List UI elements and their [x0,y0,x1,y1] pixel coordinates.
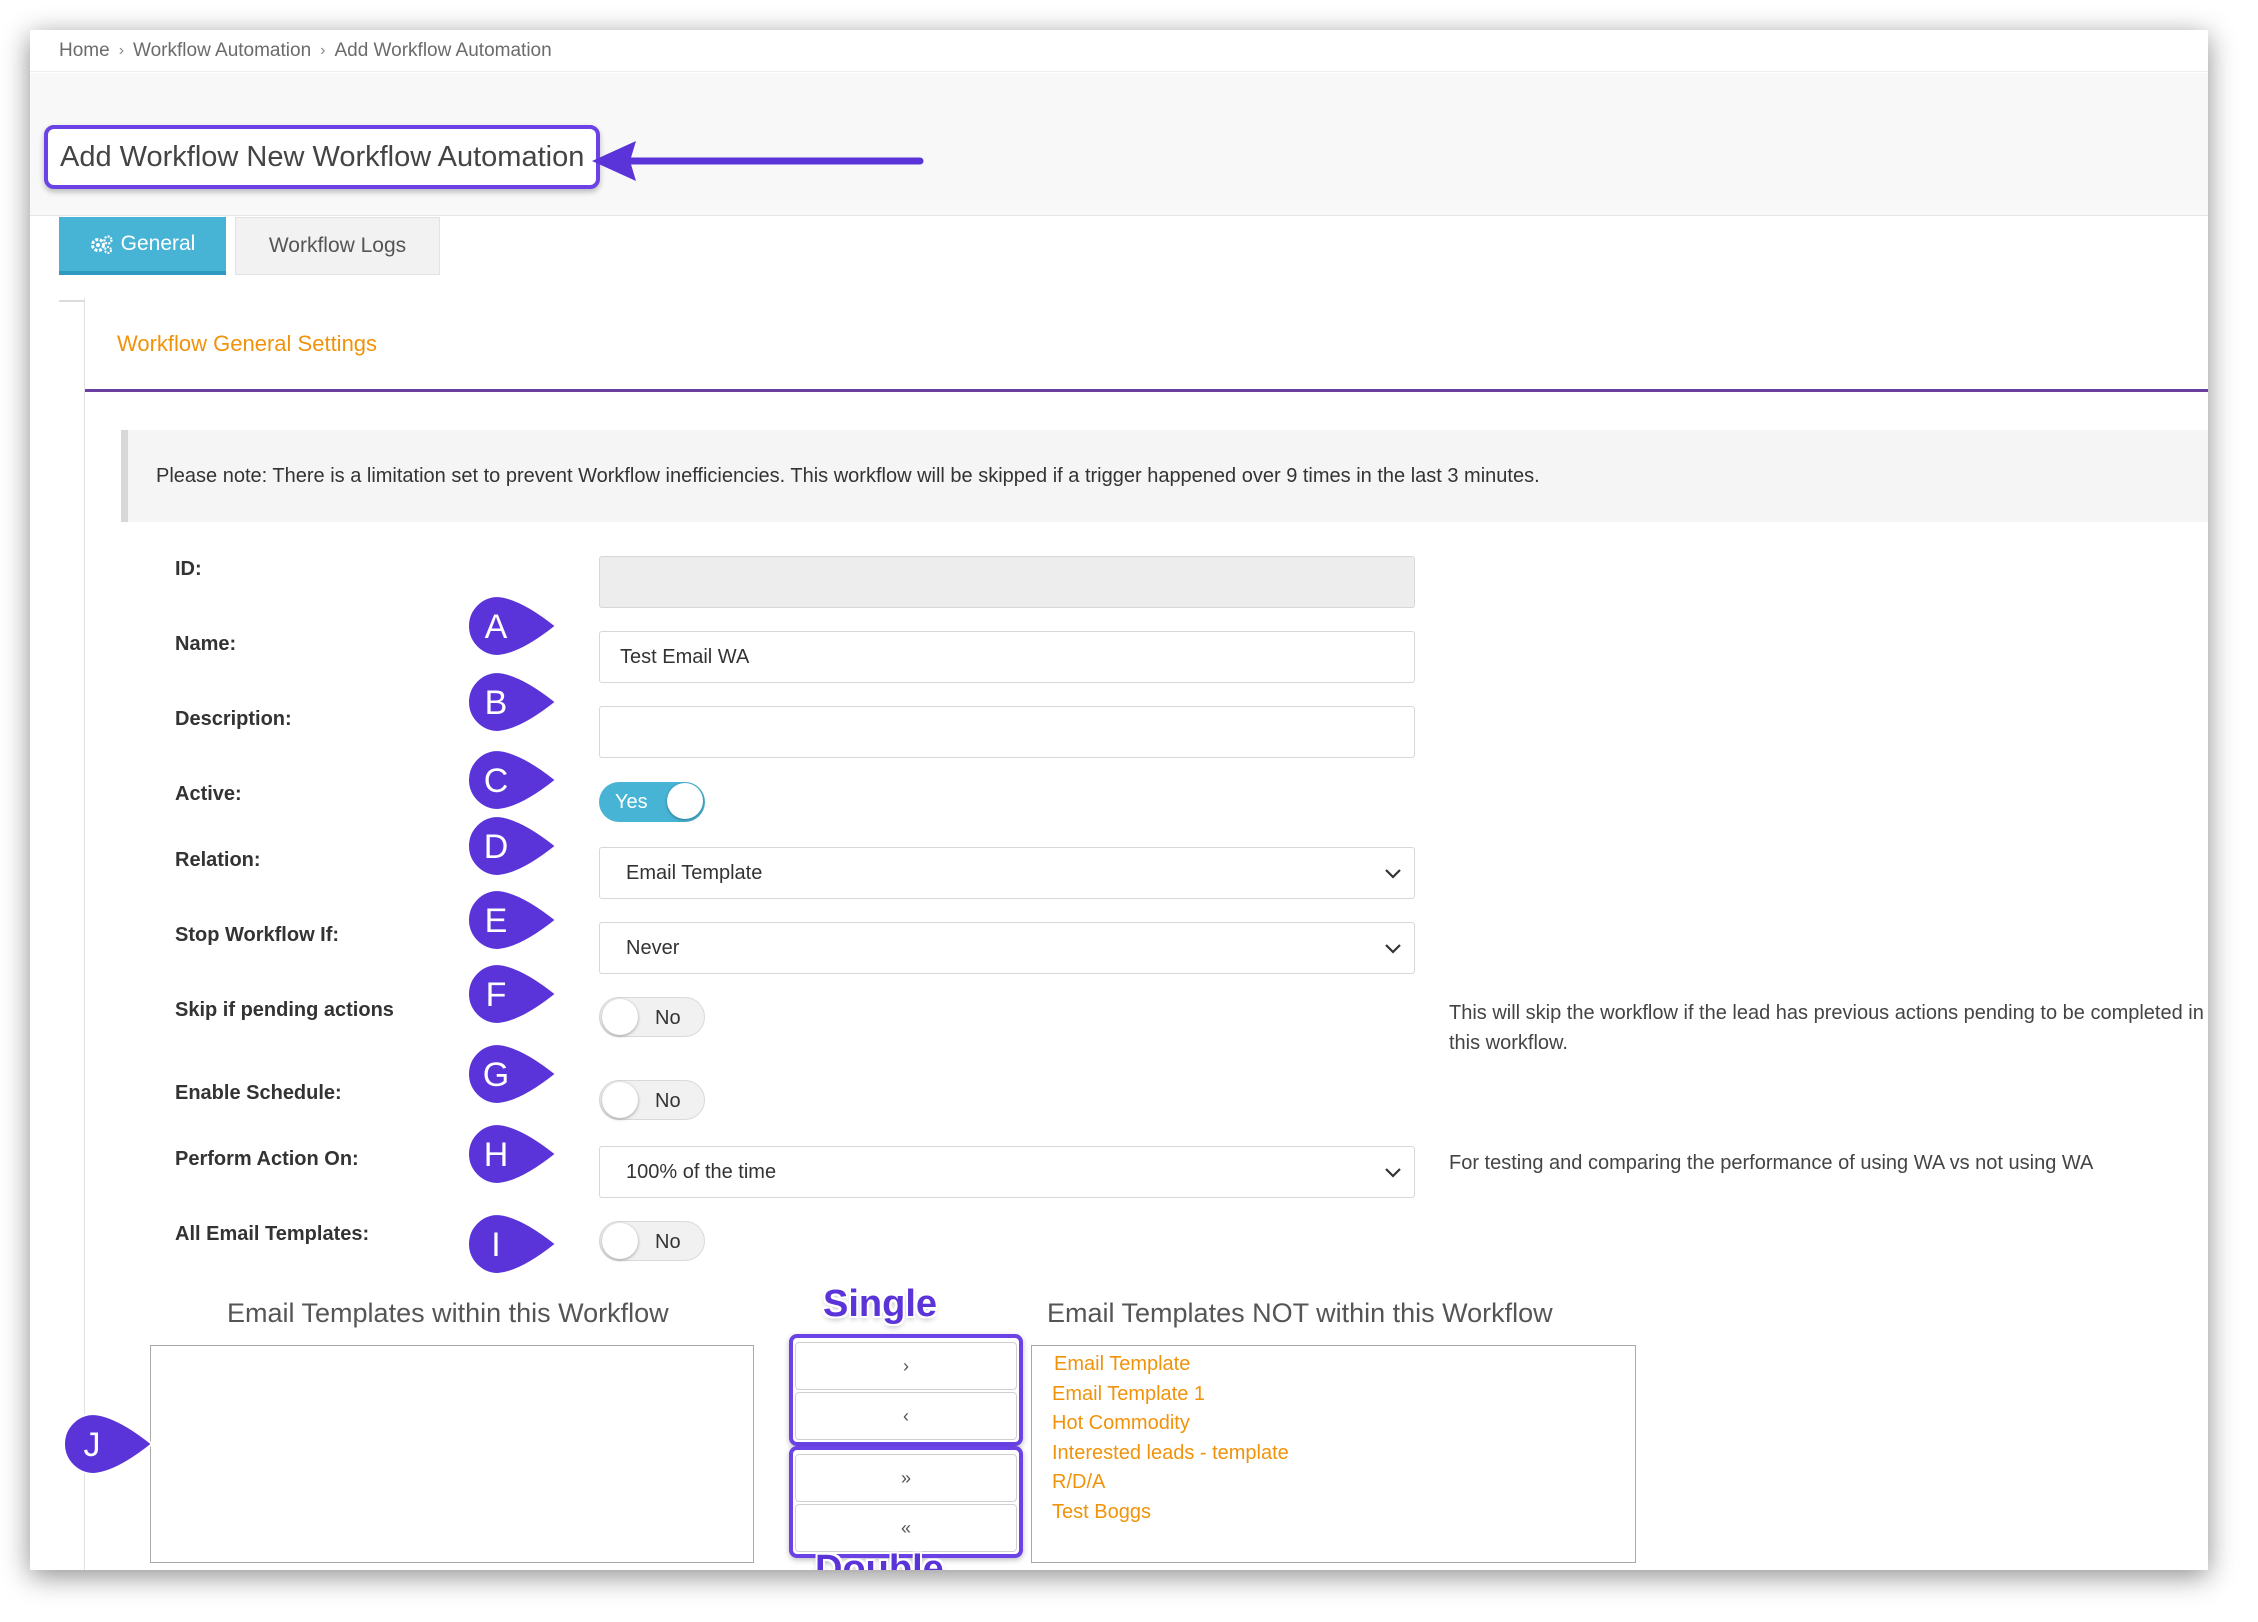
list-item[interactable]: Email Template [1052,1350,1635,1380]
move-all-right-button[interactable]: » [795,1454,1017,1502]
svg-text:J: J [84,1426,101,1464]
relation-label: Relation: [175,849,261,871]
panel-title: Workflow General Settings [85,298,2208,392]
tab-general-label: General [120,232,196,255]
svg-text:I: I [491,1226,500,1264]
enable-schedule-label: Enable Schedule: [175,1082,342,1104]
double-annotation: Double [815,1548,944,1570]
chevron-down-icon [1385,1168,1401,1178]
perform-action-select[interactable]: 100% of the time [599,1146,1415,1198]
chevron-down-icon [1385,869,1401,879]
stop-workflow-label: Stop Workflow If: [175,924,340,946]
toggle-knob [602,1082,638,1118]
perform-action-label: Perform Action On: [175,1148,359,1170]
description-field[interactable] [599,706,1415,758]
marker-g-icon: G [466,1042,566,1111]
skip-pending-toggle-text: No [655,1007,681,1029]
settings-panel: Workflow General Settings Please note: T… [84,298,2208,1570]
svg-text:H: H [484,1136,509,1174]
move-one-right-button[interactable]: › [795,1342,1017,1390]
list-item[interactable]: Test Boggs [1052,1498,1635,1528]
app-window: Home › Workflow Automation › Add Workflo… [30,30,2208,1570]
name-label: Name: [175,633,237,655]
marker-j-icon: J [62,1412,162,1481]
relation-value: Email Template [626,861,763,884]
gears-icon [90,235,113,254]
list-item[interactable]: Interested leads - template [1052,1439,1635,1469]
svg-text:F: F [486,976,507,1014]
page-title: Add Workflow New Workflow Automation [44,125,600,189]
breadcrumb-home[interactable]: Home [59,40,110,62]
enable-schedule-toggle-text: No [655,1090,681,1112]
not-within-list-title: Email Templates NOT within this Workflow [1047,1298,1553,1328]
move-one-left-button[interactable]: ‹ [795,1392,1017,1440]
limitation-note: Please note: There is a limitation set t… [121,430,2208,522]
marker-i-icon: I [466,1212,566,1281]
active-toggle-text: Yes [615,791,648,813]
svg-text:G: G [483,1056,509,1094]
tab-general[interactable]: General [59,217,226,275]
id-label: ID: [175,558,202,580]
chevron-down-icon [1385,944,1401,954]
perform-action-help: For testing and comparing the performanc… [1449,1152,2094,1174]
marker-e-icon: E [466,888,566,957]
chevron-right-icon: › [118,41,125,59]
svg-text:E: E [485,902,508,940]
marker-b-icon: B [466,670,566,739]
move-all-left-button[interactable]: « [795,1504,1017,1552]
svg-text:C: C [484,762,509,800]
breadcrumb-current: Add Workflow Automation [334,39,552,61]
id-field [599,556,1415,608]
relation-select[interactable]: Email Template [599,847,1415,899]
list-item[interactable]: Email Template 1 [1052,1380,1635,1410]
marker-a-icon: A [466,594,566,663]
breadcrumb-workflow-automation[interactable]: Workflow Automation [133,40,311,62]
svg-text:D: D [484,828,509,866]
stop-workflow-select[interactable]: Never [599,922,1415,974]
active-toggle[interactable]: Yes [599,782,705,822]
within-list-title: Email Templates within this Workflow [227,1298,669,1328]
all-email-templates-label: All Email Templates: [175,1223,370,1245]
list-item[interactable]: Hot Commodity [1052,1409,1635,1439]
marker-d-icon: D [466,814,566,883]
marker-c-icon: C [466,748,566,817]
toggle-knob [667,783,703,819]
perform-action-value: 100% of the time [626,1160,777,1183]
within-workflow-list[interactable] [150,1345,754,1563]
tab-workflow-logs[interactable]: Workflow Logs [235,217,440,275]
not-within-workflow-list[interactable]: Email Template Email Template 1 Hot Comm… [1031,1345,1636,1563]
toggle-knob [602,999,638,1035]
name-field[interactable]: Test Email WA [599,631,1415,683]
skip-pending-help: This will skip the workflow if the lead … [1449,1002,2204,1054]
page-header: Add Workflow New Workflow Automation [30,73,2208,216]
toggle-knob [602,1223,638,1259]
list-item[interactable]: R/D/A [1052,1468,1635,1498]
enable-schedule-toggle[interactable]: No [599,1080,705,1120]
all-email-templates-toggle-text: No [655,1231,681,1253]
stop-workflow-value: Never [626,936,680,959]
chevron-right-icon: › [320,41,326,59]
skip-pending-toggle[interactable]: No [599,997,705,1037]
svg-text:A: A [485,608,508,646]
all-email-templates-toggle[interactable]: No [599,1221,705,1261]
marker-f-icon: F [466,962,566,1031]
svg-text:B: B [485,684,508,722]
tab-bar: General Workflow Logs [59,214,2208,302]
breadcrumb: Home › Workflow Automation › Add Workflo… [30,30,2208,72]
description-label: Description: [175,708,292,730]
active-label: Active: [175,783,242,805]
skip-pending-label: Skip if pending actions [175,999,394,1021]
annotation-arrow-icon [592,141,924,181]
single-annotation: Single [823,1283,938,1325]
marker-h-icon: H [466,1122,566,1191]
